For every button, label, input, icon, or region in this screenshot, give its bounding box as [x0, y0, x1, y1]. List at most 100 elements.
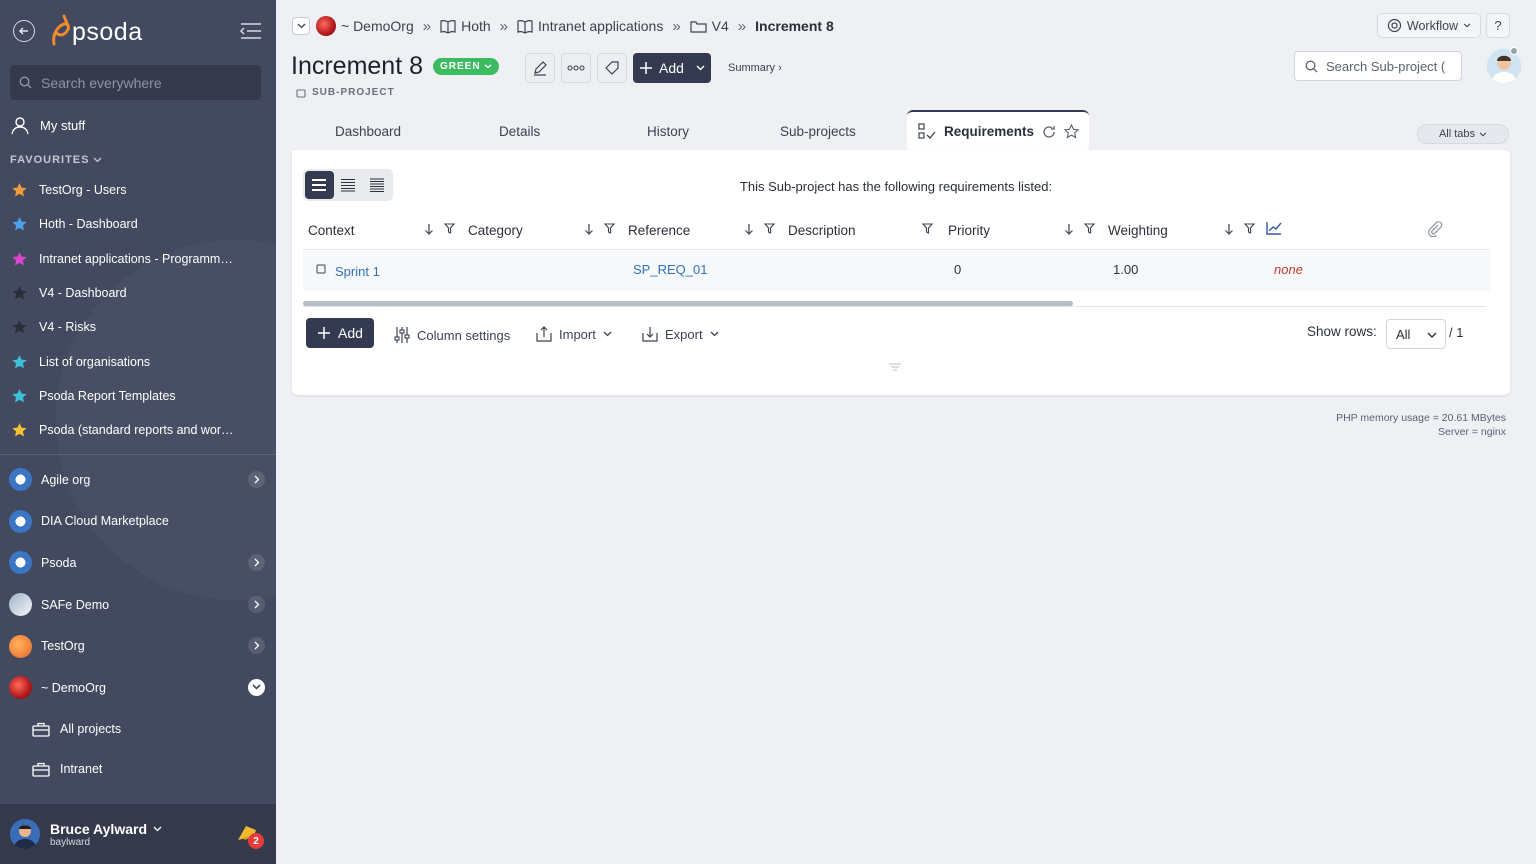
favourite-item[interactable]: Psoda (standard reports and work… — [0, 413, 276, 447]
attachment-icon[interactable] — [1427, 221, 1443, 237]
favourite-item[interactable]: V4 - Dashboard — [0, 276, 276, 310]
column-header-weighting[interactable]: Weighting — [1108, 223, 1168, 238]
help-button[interactable]: ? — [1486, 13, 1510, 38]
sidebar-org-item[interactable]: SAFe Demo — [0, 584, 276, 626]
subproject-search-placeholder: Search Sub-project ( — [1326, 58, 1446, 74]
tab-history[interactable]: History — [647, 124, 689, 139]
row-checkbox-icon[interactable] — [316, 264, 326, 274]
status-badge[interactable]: GREEN — [433, 58, 499, 75]
chevron-right-icon[interactable] — [248, 637, 265, 655]
chevron-right-icon[interactable] — [248, 595, 265, 613]
sort-icon[interactable] — [744, 223, 754, 236]
org-label: Psoda — [41, 555, 77, 570]
workflow-button[interactable]: Workflow — [1377, 13, 1481, 38]
back-arrow-icon[interactable] — [13, 20, 35, 42]
favourite-item[interactable]: V4 - Risks — [0, 310, 276, 344]
chevron-down-icon[interactable] — [248, 678, 265, 696]
resize-handle-icon[interactable] — [888, 363, 902, 371]
filter-icon[interactable] — [922, 223, 933, 234]
sort-icon[interactable] — [1064, 223, 1074, 236]
edit-button[interactable] — [525, 53, 555, 83]
sidebar-item-intranet[interactable]: Intranet — [0, 749, 276, 789]
sidebar-search[interactable] — [10, 65, 261, 100]
cell-priority: 0 — [954, 262, 962, 277]
favourite-item[interactable]: Psoda Report Templates — [0, 379, 276, 413]
chevron-right-icon[interactable] — [248, 471, 265, 488]
page-count: / 1 — [1449, 325, 1464, 340]
filter-icon[interactable] — [444, 223, 455, 234]
star-icon[interactable] — [1064, 124, 1080, 139]
tab-requirements[interactable]: Requirements — [907, 110, 1089, 151]
sidebar-org-item[interactable]: TestOrg — [0, 625, 276, 667]
org-logo-icon — [316, 16, 336, 36]
org-logo-icon — [9, 676, 32, 700]
more-options-button[interactable] — [561, 53, 591, 83]
tab-dashboard[interactable]: Dashboard — [335, 124, 401, 139]
subproject-search[interactable]: Search Sub-project ( — [1294, 51, 1462, 81]
add-button[interactable]: Add — [633, 53, 711, 83]
user-menu[interactable]: Bruce Aylward baylward — [0, 804, 276, 864]
filter-icon[interactable] — [764, 223, 775, 234]
filter-icon[interactable] — [604, 223, 615, 234]
add-requirement-button[interactable]: Add — [306, 318, 374, 348]
sidebar-org-item[interactable]: Agile org — [0, 459, 276, 501]
favourite-label: List of organisations — [39, 354, 151, 369]
psoda-logo[interactable]: psoda — [50, 12, 150, 48]
page-title: Increment 8 GREEN — [291, 52, 499, 81]
cell-reference[interactable]: SP_REQ_01 — [633, 262, 707, 277]
breadcrumb-item-hoth[interactable]: Hoth — [440, 18, 491, 34]
rows-per-page-select[interactable]: All — [1386, 319, 1446, 349]
chevron-right-icon[interactable] — [248, 554, 265, 572]
column-header-description[interactable]: Description — [788, 223, 856, 238]
export-button[interactable]: Export — [642, 326, 719, 342]
favourites-heading[interactable]: FAVOURITES — [10, 154, 102, 166]
column-header-reference[interactable]: Reference — [628, 223, 690, 238]
sidebar-item-all-projects[interactable]: All projects — [0, 709, 276, 749]
sidebar-org-item[interactable]: ~ DemoOrg — [0, 667, 276, 709]
favourite-item[interactable]: List of organisations — [0, 344, 276, 378]
column-header-priority[interactable]: Priority — [948, 223, 990, 238]
table-row[interactable]: Sprint 1 SP_REQ_01 0 1.00 none — [303, 251, 1490, 291]
favourite-label: TestOrg - Users — [39, 183, 127, 198]
org-sub-list: All projects Intranet — [0, 709, 276, 789]
column-header-context[interactable]: Context — [308, 223, 355, 238]
tab-sub-projects[interactable]: Sub-projects — [780, 124, 856, 139]
breadcrumb-item-v4[interactable]: V4 — [690, 18, 729, 34]
sort-icon[interactable] — [584, 223, 594, 236]
star-icon — [12, 423, 27, 437]
sort-icon[interactable] — [424, 223, 434, 236]
requirements-icon — [918, 123, 936, 139]
tag-icon — [605, 61, 619, 75]
tag-button[interactable] — [597, 53, 627, 83]
sidebar-org-item[interactable]: DIA Cloud Marketplace — [0, 501, 276, 543]
favourite-item[interactable]: Hoth - Dashboard — [0, 207, 276, 241]
import-button[interactable]: Import — [536, 326, 612, 342]
refresh-icon[interactable] — [1042, 125, 1056, 139]
breadcrumb-separator: » — [422, 17, 432, 35]
column-settings-button[interactable]: Column settings — [394, 326, 510, 344]
favourite-item[interactable]: Intranet applications - Programme… — [0, 242, 276, 276]
favourite-item[interactable]: TestOrg - Users — [0, 173, 276, 207]
sidebar-item-label: All projects — [60, 722, 122, 736]
cell-context[interactable]: Sprint 1 — [335, 264, 380, 279]
tab-requirements-label: Requirements — [944, 124, 1035, 139]
filter-icon[interactable] — [1084, 223, 1095, 234]
breadcrumb-item-demoorg[interactable]: ~ DemoOrg — [316, 16, 414, 36]
collapse-sidebar-icon[interactable] — [238, 22, 264, 40]
sidebar-org-item[interactable]: Psoda — [0, 542, 276, 584]
breadcrumb-item-intranet-applications[interactable]: Intranet applications — [517, 18, 663, 34]
chart-icon[interactable] — [1266, 221, 1282, 235]
my-stuff-link[interactable]: My stuff — [10, 114, 85, 136]
filter-icon[interactable] — [1244, 223, 1255, 234]
sort-icon[interactable] — [1224, 223, 1234, 236]
chevron-down-icon — [1463, 23, 1471, 28]
sidebar-search-input[interactable] — [41, 74, 241, 91]
all-tabs-button[interactable]: All tabs — [1417, 124, 1509, 144]
summary-link[interactable]: Summary › — [728, 62, 782, 74]
page-title-text: Increment 8 — [291, 52, 424, 80]
tab-details[interactable]: Details — [499, 124, 540, 139]
breadcrumb-dropdown[interactable] — [292, 17, 310, 35]
cell-extra: none — [1274, 262, 1303, 277]
star-icon — [12, 286, 27, 300]
column-header-category[interactable]: Category — [468, 223, 523, 238]
